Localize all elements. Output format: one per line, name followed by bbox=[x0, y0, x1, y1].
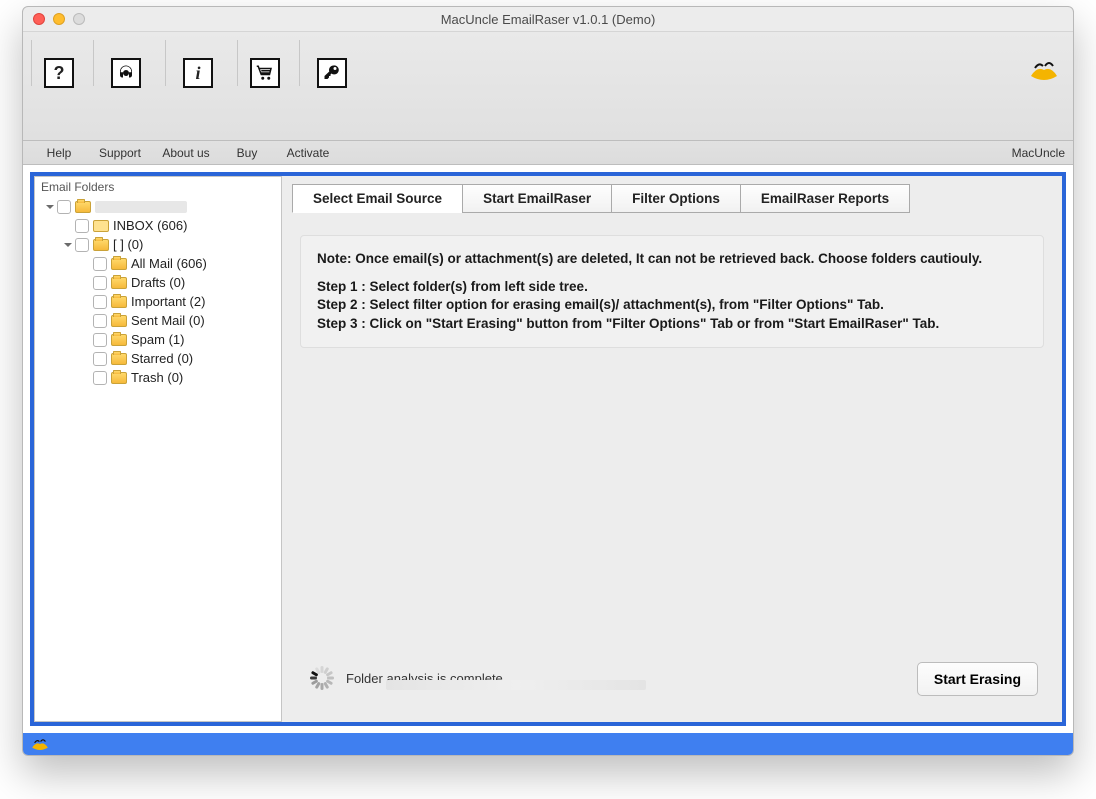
tree-item-allmail[interactable]: All Mail (606) bbox=[39, 254, 277, 273]
tab-body: Note: Once email(s) or attachment(s) are… bbox=[292, 213, 1052, 712]
toolbar: ? i bbox=[23, 31, 1073, 141]
note-warning: Note: Once email(s) or attachment(s) are… bbox=[317, 250, 1027, 268]
window-title: MacUncle EmailRaser v1.0.1 (Demo) bbox=[23, 12, 1073, 27]
folder-icon bbox=[111, 315, 127, 327]
folder-icon bbox=[111, 334, 127, 346]
info-icon: i bbox=[195, 63, 200, 84]
folder-checkbox[interactable] bbox=[93, 371, 107, 385]
activate-label: Activate bbox=[275, 146, 341, 160]
brand-logo-icon bbox=[1029, 58, 1059, 82]
titlebar: MacUncle EmailRaser v1.0.1 (Demo) bbox=[23, 7, 1073, 31]
tree-item-gmail[interactable]: [ ] (0) bbox=[39, 235, 277, 254]
note-step2: Step 2 : Select filter option for erasin… bbox=[317, 296, 1027, 314]
folder-icon bbox=[75, 201, 91, 213]
support-label: Support bbox=[87, 146, 153, 160]
headset-icon bbox=[117, 64, 135, 82]
toolbar-labels: Help Support About us Buy Activate MacUn… bbox=[23, 141, 1073, 165]
window-close-button[interactable] bbox=[33, 13, 45, 25]
progress-bar bbox=[386, 680, 646, 690]
chevron-down-icon[interactable] bbox=[45, 202, 55, 212]
sidebar-title: Email Folders bbox=[35, 177, 281, 197]
folder-label: Important (2) bbox=[131, 294, 205, 309]
brand-label: MacUncle bbox=[1012, 146, 1065, 160]
key-icon bbox=[323, 64, 341, 82]
help-button[interactable]: ? bbox=[44, 58, 74, 88]
note-step1: Step 1 : Select folder(s) from left side… bbox=[317, 278, 1027, 296]
folder-checkbox[interactable] bbox=[75, 219, 89, 233]
tree-item-starred[interactable]: Starred (0) bbox=[39, 349, 277, 368]
start-erasing-button[interactable]: Start Erasing bbox=[917, 662, 1038, 696]
spinner-icon bbox=[310, 666, 334, 690]
cart-icon bbox=[256, 64, 274, 82]
help-label: Help bbox=[31, 146, 87, 160]
folder-icon bbox=[111, 372, 127, 384]
brand-mini-icon bbox=[31, 736, 49, 752]
tree-item-inbox[interactable]: INBOX (606) bbox=[39, 216, 277, 235]
folder-icon bbox=[111, 353, 127, 365]
folder-checkbox[interactable] bbox=[93, 352, 107, 366]
folder-icon bbox=[93, 239, 109, 251]
buy-button[interactable] bbox=[250, 58, 280, 88]
tab-select-source[interactable]: Select Email Source bbox=[292, 184, 463, 213]
folder-label: Starred (0) bbox=[131, 351, 193, 366]
about-button[interactable]: i bbox=[183, 58, 213, 88]
folder-tree[interactable]: INBOX (606) [ ] (0) All Mail (606) bbox=[35, 197, 281, 387]
bottom-bar bbox=[23, 733, 1073, 755]
folder-checkbox[interactable] bbox=[93, 276, 107, 290]
folder-checkbox[interactable] bbox=[93, 257, 107, 271]
note-step3: Step 3 : Click on "Start Erasing" button… bbox=[317, 315, 1027, 333]
folder-checkbox[interactable] bbox=[93, 295, 107, 309]
folder-label: INBOX (606) bbox=[113, 218, 187, 233]
status-row: Folder analysis is complete. bbox=[310, 666, 506, 690]
activate-button[interactable] bbox=[317, 58, 347, 88]
support-button[interactable] bbox=[111, 58, 141, 88]
folder-label: Sent Mail (0) bbox=[131, 313, 205, 328]
tab-reports[interactable]: EmailRaser Reports bbox=[740, 184, 910, 213]
question-icon: ? bbox=[54, 63, 65, 84]
mail-folder-icon bbox=[93, 220, 109, 232]
tree-item-sentmail[interactable]: Sent Mail (0) bbox=[39, 311, 277, 330]
instructions-box: Note: Once email(s) or attachment(s) are… bbox=[300, 235, 1044, 348]
chevron-down-icon[interactable] bbox=[63, 240, 73, 250]
folder-sidebar: Email Folders INBOX (606) bbox=[34, 176, 282, 722]
tree-item-trash[interactable]: Trash (0) bbox=[39, 368, 277, 387]
window-minimize-button[interactable] bbox=[53, 13, 65, 25]
tab-bar: Select Email Source Start EmailRaser Fil… bbox=[292, 184, 1052, 213]
tree-item-spam[interactable]: Spam (1) bbox=[39, 330, 277, 349]
tree-item-drafts[interactable]: Drafts (0) bbox=[39, 273, 277, 292]
folder-icon bbox=[111, 258, 127, 270]
tab-start-emailraser[interactable]: Start EmailRaser bbox=[462, 184, 612, 213]
folder-label: Drafts (0) bbox=[131, 275, 185, 290]
folder-checkbox[interactable] bbox=[93, 314, 107, 328]
app-window: MacUncle EmailRaser v1.0.1 (Demo) ? i bbox=[22, 6, 1074, 756]
tree-item-important[interactable]: Important (2) bbox=[39, 292, 277, 311]
folder-label: [ ] (0) bbox=[113, 237, 143, 252]
content-pane: Select Email Source Start EmailRaser Fil… bbox=[282, 176, 1062, 722]
folder-checkbox[interactable] bbox=[57, 200, 71, 214]
account-name-redacted bbox=[95, 201, 187, 213]
folder-checkbox[interactable] bbox=[93, 333, 107, 347]
tree-root-account[interactable] bbox=[39, 197, 277, 216]
tab-filter-options[interactable]: Filter Options bbox=[611, 184, 741, 213]
folder-checkbox[interactable] bbox=[75, 238, 89, 252]
folder-label: All Mail (606) bbox=[131, 256, 207, 271]
window-zoom-button[interactable] bbox=[73, 13, 85, 25]
about-label: About us bbox=[153, 146, 219, 160]
folder-label: Spam (1) bbox=[131, 332, 184, 347]
folder-icon bbox=[111, 277, 127, 289]
buy-label: Buy bbox=[219, 146, 275, 160]
folder-icon bbox=[111, 296, 127, 308]
folder-label: Trash (0) bbox=[131, 370, 183, 385]
